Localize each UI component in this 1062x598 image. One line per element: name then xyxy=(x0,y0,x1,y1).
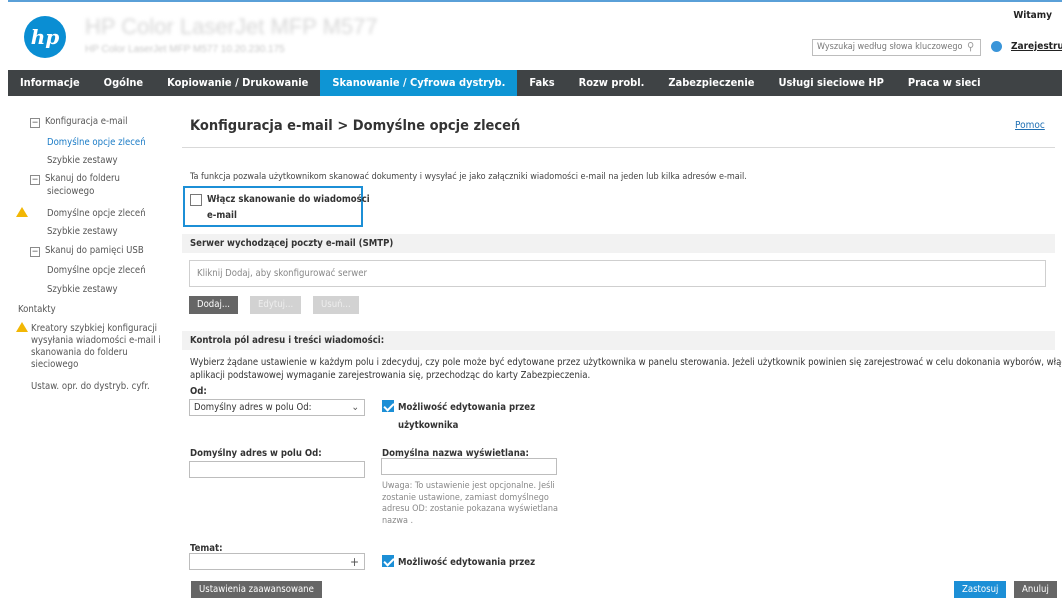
sidebar-item-label: wysyłania wiadomości e-mail i xyxy=(31,335,161,346)
address-description-cont: aplikacji podstawowej wymaganie zarejest… xyxy=(190,370,591,381)
enable-scan-to-email-label-cont: e-mail xyxy=(207,210,237,221)
sidebar-item-contacts[interactable]: Kontakty xyxy=(18,304,56,316)
help-link[interactable]: Pomoc xyxy=(1015,120,1045,131)
tab-troubleshooting[interactable]: Rozw probl. xyxy=(567,70,657,96)
header: hp HP Color LaserJet MFP M577 HP Color L… xyxy=(0,2,1062,64)
device-subtitle: HP Color LaserJet MFP M577 10.20.230.175 xyxy=(85,44,285,55)
add-icon[interactable]: + xyxy=(350,555,359,569)
address-description: Wybierz żądane ustawienie w każdym polu … xyxy=(190,357,1062,368)
tab-fax[interactable]: Faks xyxy=(517,70,566,96)
subject-editable-label: Możliwość edytowania przez xyxy=(398,557,536,568)
from-editable-label-cont: użytkownika xyxy=(398,420,459,431)
display-name-note: Uwaga: To ustawienie jest opcjonalne. Je… xyxy=(382,481,558,526)
add-button[interactable]: Dodaj... xyxy=(189,296,238,314)
sidebar-item-default-job-options[interactable]: Domyślne opcje zleceń xyxy=(47,137,146,149)
from-editable-checkbox[interactable] xyxy=(382,400,394,412)
sidebar-item-email-setup[interactable]: − Konfiguracja e-mail xyxy=(30,116,127,128)
chevron-down-icon: ⌄ xyxy=(351,402,359,413)
subject-editable-checkbox[interactable] xyxy=(382,555,394,567)
remove-button[interactable]: Usuń... xyxy=(313,296,359,314)
collapse-icon[interactable]: − xyxy=(30,247,40,257)
sidebar-item-label: sieciowego xyxy=(47,186,95,197)
sidebar-item-quick-sets[interactable]: Szybkie zestawy xyxy=(47,155,118,167)
tab-copy-print[interactable]: Kopiowanie / Drukowanie xyxy=(155,70,320,96)
tab-hp-web-services[interactable]: Usługi sieciowe HP xyxy=(766,70,895,96)
sidebar-item-usb-default-options[interactable]: Domyślne opcje zleceń xyxy=(47,265,146,277)
tab-general[interactable]: Ogólne xyxy=(92,70,155,96)
display-name-input[interactable] xyxy=(381,458,557,475)
smtp-server-list[interactable]: Kliknij Dodaj, aby skonfigurować serwer xyxy=(189,260,1046,287)
address-section-header: Kontrola pól adresu i treści wiadomości: xyxy=(182,331,1055,350)
register-link[interactable]: Zarejestruj xyxy=(1011,41,1062,52)
hp-logo: hp xyxy=(24,16,66,58)
cancel-button[interactable]: Anuluj xyxy=(1014,581,1057,598)
sidebar-item-usb-quick-sets[interactable]: Szybkie zestawy xyxy=(47,284,118,296)
sidebar-item-scan-to-folder[interactable]: − Skanuj do folderu xyxy=(30,173,120,185)
tab-security[interactable]: Zabezpieczenie xyxy=(656,70,766,96)
search-input[interactable]: Wyszukaj według słowa kluczowego xyxy=(812,39,981,56)
sidebar-item-folder-quick-sets[interactable]: Szybkie zestawy xyxy=(47,226,118,238)
sidebar-item-digital-sending-settings[interactable]: Ustaw. opr. do dystryb. cyfr. xyxy=(31,381,150,393)
help-icon[interactable] xyxy=(991,41,1002,52)
main-nav: Informacje Ogólne Kopiowanie / Drukowani… xyxy=(8,70,1062,96)
tab-information[interactable]: Informacje xyxy=(8,70,92,96)
apply-button[interactable]: Zastosuj xyxy=(954,581,1007,598)
sidebar-item-folder-default-options[interactable]: Domyślne opcje zleceń xyxy=(47,208,146,220)
from-select-value: Domyślny adres w polu Od: xyxy=(194,402,312,413)
warning-icon xyxy=(16,322,28,332)
subject-input[interactable]: + xyxy=(189,553,365,570)
advanced-settings-button[interactable]: Ustawienia zaawansowane xyxy=(191,581,322,598)
from-editable-label: Możliwość edytowania przez xyxy=(398,402,536,413)
collapse-icon[interactable]: − xyxy=(30,175,40,185)
tab-networking[interactable]: Praca w sieci xyxy=(896,70,993,96)
search-icon[interactable]: ⚲ xyxy=(967,40,974,53)
enable-scan-to-email-checkbox[interactable] xyxy=(190,194,202,206)
warning-icon xyxy=(16,207,28,217)
default-from-input[interactable] xyxy=(189,461,365,478)
from-label: Od: xyxy=(190,386,207,397)
smtp-section-header: Serwer wychodzącej poczty e-mail (SMTP) xyxy=(182,234,1055,253)
sidebar-item-label: Konfiguracja e-mail xyxy=(45,116,128,127)
collapse-icon[interactable]: − xyxy=(30,118,40,128)
from-select[interactable]: Domyślny adres w polu Od: ⌄ xyxy=(189,399,365,416)
sidebar-item-scan-to-usb[interactable]: − Skanuj do pamięci USB xyxy=(30,245,144,257)
enable-scan-to-email-label: Włącz skanowanie do wiadomości xyxy=(207,194,370,205)
feature-description: Ta funkcja pozwala użytkownikom skanować… xyxy=(190,172,747,182)
sidebar-item-label: Skanuj do pamięci USB xyxy=(45,245,144,256)
sidebar-item-label: skanowania do folderu xyxy=(31,347,128,358)
sidebar-item-label: sieciowego xyxy=(31,359,79,370)
welcome-text: Witamy xyxy=(1013,10,1052,21)
device-title: HP Color LaserJet MFP M577 xyxy=(85,14,378,39)
sidebar-item-label: Skanuj do folderu xyxy=(45,173,120,184)
edit-button[interactable]: Edytuj... xyxy=(250,296,302,314)
tab-scan[interactable]: Skanowanie / Cyfrowa dystryb. xyxy=(320,70,518,96)
page-title: Konfiguracja e-mail > Domyślne opcje zle… xyxy=(190,118,521,134)
divider xyxy=(182,147,1055,148)
sidebar-item-quick-setup-wizards[interactable]: Kreatory szybkiej konfiguracji xyxy=(31,323,157,335)
default-from-label: Domyślny adres w polu Od: xyxy=(190,448,322,459)
